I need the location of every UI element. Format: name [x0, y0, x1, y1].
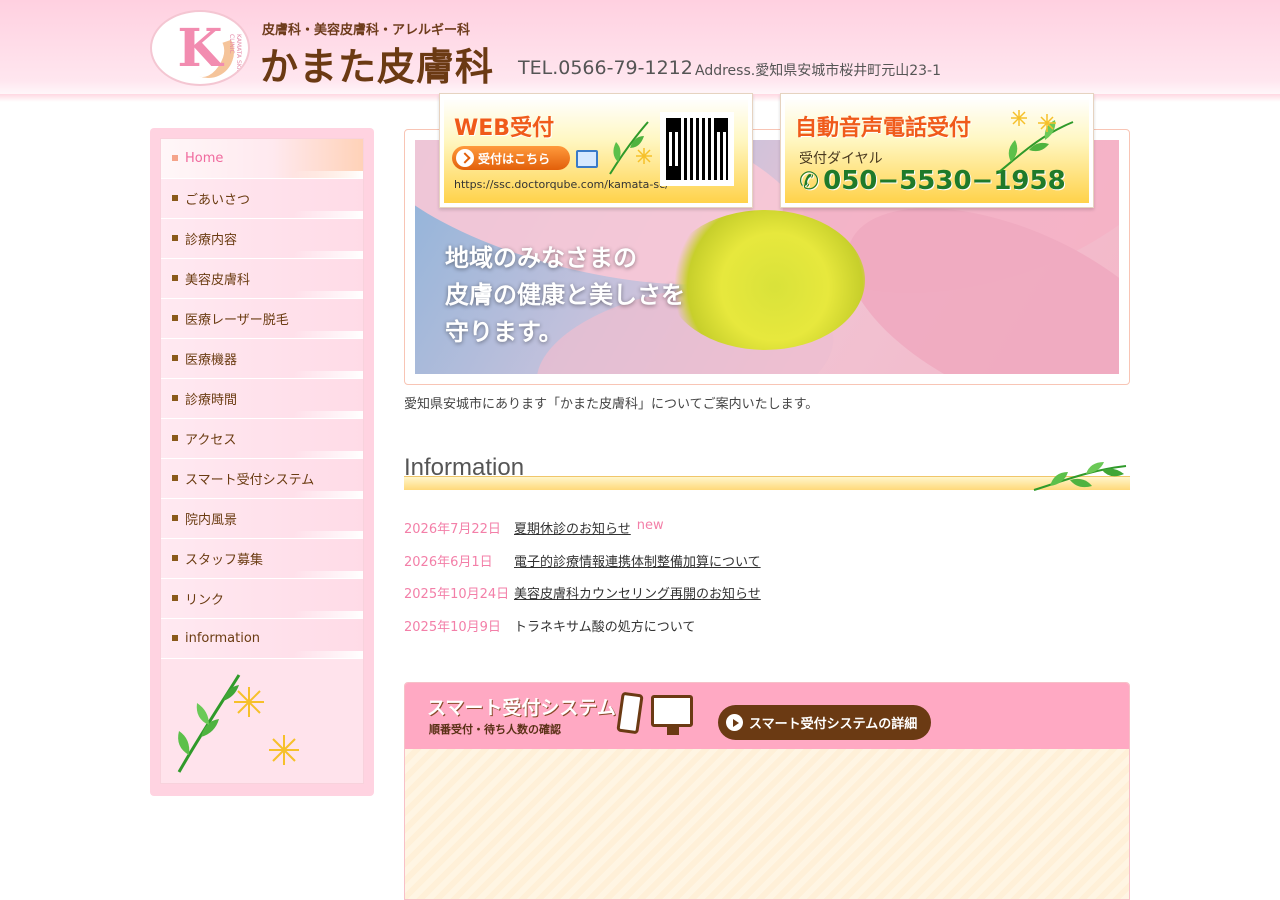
bullet-icon [172, 475, 178, 481]
logo-ring-text: KAMATA SKIN CLINIC [228, 34, 242, 74]
play-icon [726, 714, 743, 731]
smart-reception-panel: スマート受付システム 順番受付・待ち人数の確認 スマート受付システムの詳細 [404, 682, 1130, 900]
sidebar-item-label: 医療レーザー脱毛 [185, 313, 289, 328]
clinic-name[interactable]: かまた皮膚科 [260, 36, 494, 91]
clinic-logo[interactable]: K KAMATA SKIN CLINIC [150, 10, 250, 86]
bullet-icon [172, 555, 178, 561]
leaf-decoration-icon [177, 674, 299, 773]
phone-icon: ✆ [799, 167, 820, 195]
bullet-icon [172, 155, 178, 161]
header-address: Address.愛知県安城市桜井町元山23-1 [695, 63, 941, 79]
smart-reception-detail-button[interactable]: スマート受付システムの詳細 [718, 705, 931, 740]
sidebar-item-label: 院内風景 [185, 513, 238, 528]
news-item: 2025年10月9日 トラネキサム酸の処方について [404, 616, 1130, 649]
sidebar-item-home[interactable]: Home [161, 139, 363, 179]
news-item: 2026年6月1日 電子的診療情報連携体制整備加算について [404, 551, 1130, 584]
news-date: 2026年6月1日 [404, 554, 493, 570]
sidebar-item-label: ごあいさつ [185, 193, 251, 208]
sidebar-item-hours[interactable]: 診療時間 [161, 379, 363, 419]
bullet-icon [172, 315, 178, 321]
phone-reception-card[interactable]: 自動音声電話受付 受付ダイヤル ✆ 050−5530−1958 [780, 93, 1094, 208]
sidebar-item-recruit[interactable]: スタッフ募集 [161, 539, 363, 579]
qr-code[interactable] [660, 112, 734, 186]
sidebar-item-cosmetic[interactable]: 美容皮膚科 [161, 259, 363, 299]
monitor-icon [651, 695, 693, 727]
detail-button-label: スマート受付システムの詳細 [749, 717, 918, 732]
hero-line: 地域のみなさまの [445, 244, 637, 272]
qr-pattern [666, 118, 728, 180]
header-tel: TEL.0566-79-1212 [518, 57, 693, 79]
sidebar-item-label: リンク [185, 593, 225, 608]
intro-text: 愛知県安城市にあります「かまた皮膚科」についてご案内いたします。 [404, 397, 819, 412]
new-badge: new [636, 518, 664, 533]
smart-reception-body [405, 749, 1129, 899]
bullet-icon [172, 395, 178, 401]
information-heading-bar [404, 476, 1130, 490]
arrow-right-icon [456, 149, 474, 167]
sidebar-item-label: 美容皮膚科 [185, 273, 251, 288]
flower-center [665, 210, 865, 350]
window-icon [576, 150, 598, 168]
news-title-link[interactable]: 美容皮膚科カウンセリング再開のお知らせ [514, 583, 761, 602]
web-reception-title: WEB受付 [454, 116, 555, 141]
news-date: 2025年10月9日 [404, 619, 501, 635]
leaf-decoration-icon [1033, 462, 1127, 491]
smart-reception-header: スマート受付システム 順番受付・待ち人数の確認 スマート受付システムの詳細 [405, 683, 1129, 749]
web-reception-banner: WEB受付 受付はこちら https://ssc.doctorqube.com/… [444, 98, 748, 203]
leaf-decoration-icon [609, 121, 652, 175]
sidebar-item-equipment[interactable]: 医療機器 [161, 339, 363, 379]
sidebar-item-label: アクセス [185, 433, 237, 448]
hero-line: 皮膚の健康と美しさを [445, 281, 685, 309]
smart-reception-title: スマート受付システム [427, 697, 616, 719]
web-reception-card[interactable]: WEB受付 受付はこちら https://ssc.doctorqube.com/… [439, 93, 753, 208]
sidebar-item-laser[interactable]: 医療レーザー脱毛 [161, 299, 363, 339]
sidebar-item-access[interactable]: アクセス [161, 419, 363, 459]
sidebar-nav: Home ごあいさつ 診療内容 美容皮膚科 医療レーザー脱毛 医療機器 診療時間 [160, 138, 364, 784]
sidebar-item-treatment[interactable]: 診療内容 [161, 219, 363, 259]
dial-label: 受付ダイヤル [799, 151, 883, 167]
bullet-icon [172, 355, 178, 361]
phone-reception-title: 自動音声電話受付 [795, 116, 972, 141]
news-title-link[interactable]: 夏期休診のお知らせ [514, 518, 631, 537]
bullet-icon [172, 195, 178, 201]
sidebar-item-label: 診療時間 [185, 393, 238, 408]
logo-letter: K [177, 17, 223, 79]
sidebar-item-label: 医療機器 [185, 353, 238, 368]
news-list: 2026年7月22日 夏期休診のお知らせ new 2026年6月1日 電子的診療… [404, 518, 1130, 648]
monitor-stand-icon [667, 727, 679, 735]
web-reception-button[interactable]: 受付はこちら [452, 146, 570, 170]
news-item: 2026年7月22日 夏期休診のお知らせ new [404, 518, 1130, 551]
news-date: 2026年7月22日 [404, 522, 501, 537]
bullet-icon [172, 515, 178, 521]
news-date: 2025年10月24日 [404, 587, 510, 602]
sidebar-item-links[interactable]: リンク [161, 579, 363, 619]
bullet-icon [172, 635, 178, 641]
bullet-icon [172, 275, 178, 281]
bullet-icon [172, 235, 178, 241]
bullet-icon [172, 435, 178, 441]
sidebar-item-information[interactable]: information [161, 619, 363, 659]
web-button-label: 受付はこちら [478, 151, 551, 166]
news-title: トラネキサム酸の処方について [514, 619, 696, 635]
site-header: K KAMATA SKIN CLINIC 皮膚科・美容皮膚科・アレルギー科 かま… [0, 0, 1280, 102]
leaf-decoration-icon [998, 110, 1074, 173]
hero-catchphrase: 地域のみなさまの 皮膚の健康と美しさを 守ります。 [445, 240, 685, 351]
sidebar-item-greeting[interactable]: ごあいさつ [161, 179, 363, 219]
sidebar-item-label: Home [185, 151, 224, 166]
sidebar-item-label: information [185, 631, 261, 646]
smartphone-icon [616, 691, 644, 735]
hero-line: 守ります。 [445, 318, 563, 346]
sidebar-item-label: スマート受付システム [185, 473, 315, 488]
news-title-link[interactable]: 電子的診療情報連携体制整備加算について [514, 551, 761, 570]
bullet-icon [172, 595, 178, 601]
phone-reception-banner: 自動音声電話受付 受付ダイヤル ✆ 050−5530−1958 [785, 98, 1089, 203]
sidebar-item-smart-reception[interactable]: スマート受付システム [161, 459, 363, 499]
smart-reception-subtitle: 順番受付・待ち人数の確認 [429, 723, 561, 736]
sidebar: Home ごあいさつ 診療内容 美容皮膚科 医療レーザー脱毛 医療機器 診療時間 [150, 128, 374, 796]
sidebar-item-label: 診療内容 [185, 233, 238, 248]
sidebar-item-interior[interactable]: 院内風景 [161, 499, 363, 539]
sidebar-item-label: スタッフ募集 [185, 553, 264, 568]
news-item: 2025年10月24日 美容皮膚科カウンセリング再開のお知らせ [404, 583, 1130, 616]
web-reception-url[interactable]: https://ssc.doctorqube.com/kamata-sc/ [454, 178, 669, 191]
